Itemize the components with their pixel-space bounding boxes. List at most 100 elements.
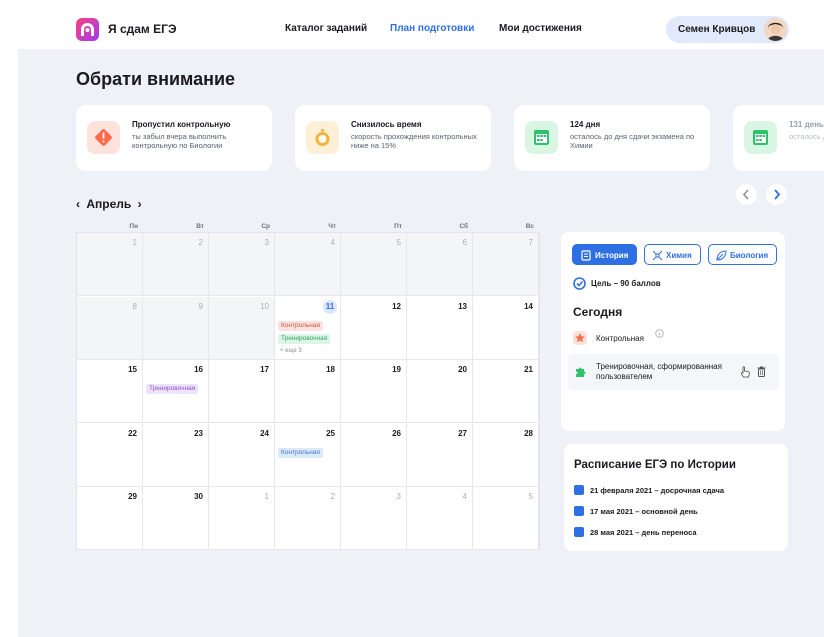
- day-number: 1: [132, 238, 137, 247]
- leaf-icon: [716, 250, 727, 261]
- calendar-day[interactable]: 2: [143, 233, 209, 296]
- event-label: Контрольная: [596, 334, 644, 343]
- calendar-icon: [574, 485, 584, 495]
- nav-plan[interactable]: План подготовки: [390, 23, 474, 34]
- day-number: 16: [194, 365, 203, 374]
- calendar-event-tag[interactable]: Тренировочная: [278, 333, 331, 344]
- calendar-event-tag[interactable]: Тренировочная: [146, 384, 199, 394]
- subject-chip-history[interactable]: История: [572, 244, 637, 265]
- target-icon: [573, 277, 586, 290]
- calendar-day[interactable]: 15: [77, 360, 143, 423]
- calendar-icon: [574, 527, 584, 537]
- carousel-next-button[interactable]: [766, 184, 787, 205]
- day-number: 12: [392, 301, 401, 311]
- more-events-link[interactable]: + еще 3: [280, 348, 302, 354]
- chevron-right-icon: [774, 189, 781, 200]
- month-prev-icon[interactable]: ‹: [76, 197, 80, 211]
- calendar-day[interactable]: 11 Контрольная Тренировочная + еще 3: [275, 296, 341, 360]
- day-number: 7: [528, 238, 533, 247]
- card-text: скорость прохождения контрольных ниже на…: [351, 132, 477, 150]
- attention-card-time[interactable]: Снизилось время скорость прохождения кон…: [295, 105, 491, 171]
- calendar-day[interactable]: 29: [77, 487, 143, 550]
- calendar-day[interactable]: 22: [77, 423, 143, 487]
- calendar-day[interactable]: 6: [407, 233, 473, 296]
- calendar-day[interactable]: 13: [407, 296, 473, 360]
- calendar-day[interactable]: 4: [275, 233, 341, 296]
- brand-name[interactable]: Я сдам ЕГЭ: [108, 22, 176, 36]
- attention-card-chemistry[interactable]: 124 дня осталось до дня сдачи экзамена п…: [514, 105, 710, 171]
- today-event-control[interactable]: Контрольная: [573, 327, 773, 349]
- nav-catalog[interactable]: Каталог заданий: [285, 23, 367, 34]
- subject-chip-biology[interactable]: Биология: [708, 244, 777, 265]
- day-number: 4: [330, 238, 335, 247]
- calendar-day[interactable]: 12: [341, 296, 407, 360]
- calendar-day[interactable]: 8: [77, 296, 143, 360]
- day-number: 30: [194, 492, 203, 501]
- month-navigation: ‹ Апрель ›: [76, 197, 142, 211]
- calendar-day[interactable]: 1: [77, 233, 143, 296]
- calendar-day[interactable]: 10: [209, 296, 275, 360]
- calendar-day[interactable]: 28: [473, 423, 539, 487]
- hand-pointer-icon[interactable]: [740, 366, 751, 378]
- calendar-day[interactable]: 1: [209, 487, 275, 550]
- chip-label: История: [595, 251, 629, 260]
- calendar-day[interactable]: 25 Контрольная: [275, 423, 341, 487]
- nav-achievements[interactable]: Мои достижения: [499, 23, 582, 34]
- day-number: 3: [396, 492, 401, 501]
- card-text: ты забыл вчера выполнить контрольную по …: [132, 132, 227, 150]
- weekday-label: Вс: [525, 223, 534, 230]
- calendar-day[interactable]: 16 Тренировочная: [143, 360, 209, 423]
- weekday-label: Сб: [459, 223, 468, 230]
- schedule-date: 21 февраля 2021 – досрочная сдача: [590, 486, 725, 495]
- today-event-training[interactable]: Тренировочная, сформированная пользовате…: [568, 353, 779, 391]
- day-number: 5: [528, 492, 533, 501]
- weekday-label: Ср: [261, 223, 270, 230]
- month-label: Апрель: [86, 197, 132, 211]
- subject-chip-chemistry[interactable]: Химия: [644, 244, 701, 265]
- exam-schedule-card: Расписание ЕГЭ по Истории 21 февраля 202…: [564, 444, 788, 551]
- day-number: 24: [260, 428, 269, 438]
- attention-card-missed[interactable]: Пропустил контрольную ты забыл вчера вып…: [76, 105, 272, 171]
- calendar-day[interactable]: 26: [341, 423, 407, 487]
- calendar-day[interactable]: 5: [473, 487, 539, 550]
- calendar-day[interactable]: 24: [209, 423, 275, 487]
- logo-icon[interactable]: [76, 18, 99, 41]
- trash-icon[interactable]: [757, 366, 766, 377]
- calendar-day[interactable]: 21: [473, 360, 539, 423]
- calendar-day[interactable]: 5: [341, 233, 407, 296]
- calendar-day[interactable]: 3: [341, 487, 407, 550]
- weekday-label: Чт: [328, 223, 336, 230]
- event-label: Тренировочная, сформированная пользовате…: [596, 362, 722, 381]
- day-number: 15: [128, 365, 137, 374]
- calendar-day[interactable]: 19: [341, 360, 407, 423]
- user-menu[interactable]: Семен Кривцов: [666, 16, 789, 43]
- info-icon[interactable]: [655, 329, 664, 338]
- day-number: 21: [524, 365, 533, 374]
- calendar-day[interactable]: 4: [407, 487, 473, 550]
- day-number: 4: [462, 492, 467, 501]
- calendar-day[interactable]: 17: [209, 360, 275, 423]
- calendar-day[interactable]: 14: [473, 296, 539, 360]
- attention-card-next[interactable]: 131 день осталось до дня сдачи экзамена: [733, 105, 824, 171]
- card-title: Снизилось время: [351, 120, 422, 129]
- month-next-icon[interactable]: ›: [138, 197, 142, 211]
- calendar-day[interactable]: 27: [407, 423, 473, 487]
- calendar-day[interactable]: 9: [143, 296, 209, 360]
- calendar-event-tag[interactable]: Контрольная: [278, 320, 323, 331]
- calendar-day[interactable]: 2: [275, 487, 341, 550]
- day-number: 17: [260, 365, 269, 374]
- calendar-day[interactable]: 23: [143, 423, 209, 487]
- carousel-prev-button[interactable]: [736, 184, 757, 205]
- calendar-day[interactable]: 30: [143, 487, 209, 550]
- top-header: Я сдам ЕГЭ Каталог заданий План подготов…: [18, 7, 824, 49]
- calendar-day[interactable]: 20: [407, 360, 473, 423]
- weekday-label: Вт: [196, 223, 204, 230]
- calendar-event-tag[interactable]: Контрольная: [278, 447, 323, 458]
- calendar-day[interactable]: 18: [275, 360, 341, 423]
- calendar-day[interactable]: 3: [209, 233, 275, 296]
- day-number: 2: [330, 492, 335, 501]
- avatar: [764, 18, 787, 41]
- day-number: 3: [264, 238, 269, 247]
- day-number: 14: [524, 301, 533, 311]
- calendar-day[interactable]: 7: [473, 233, 539, 296]
